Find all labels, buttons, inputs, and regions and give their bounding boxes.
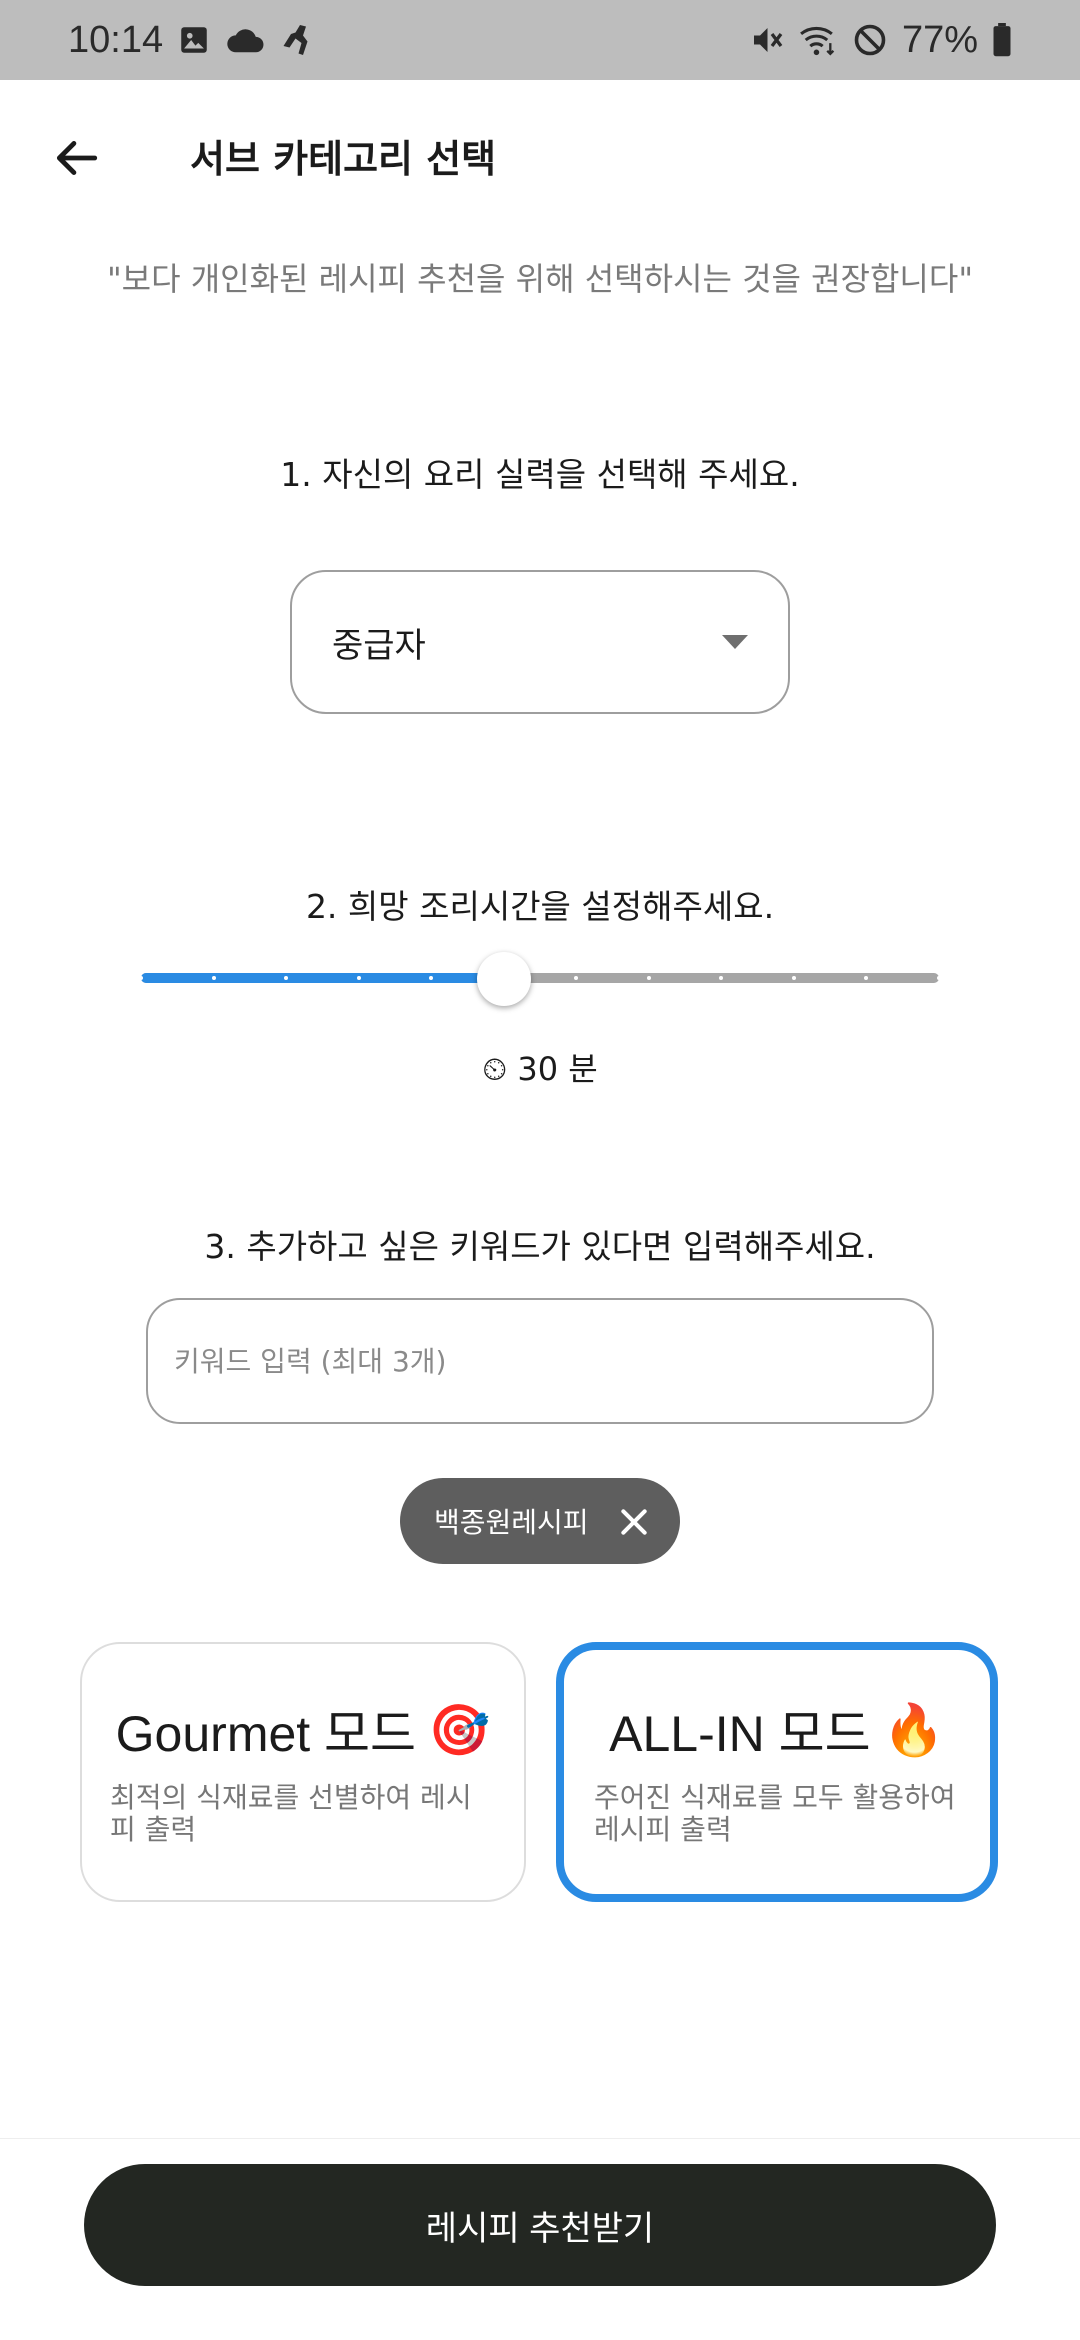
bottom-divider — [0, 2138, 1080, 2139]
allin-mode-title: ALL-IN 모드 🔥 — [564, 1694, 990, 1766]
slider-tick — [864, 976, 868, 980]
cook-time-value: ⏲ 30 분 — [482, 1050, 598, 1088]
cook-time-slider[interactable] — [139, 952, 941, 1006]
status-bar-left: 10:14 — [68, 19, 315, 62]
back-button[interactable] — [40, 122, 112, 194]
cook-time-section-title: 2. 희망 조리시간을 설정해주세요. — [305, 887, 775, 926]
screen: 10:14 77% 서브 카테고리 선택 "보다 개인화된 레시피 추천을 위해… — [0, 0, 1080, 2340]
get-recommendation-label: 레시피 추천받기 — [425, 2209, 655, 2248]
get-recommendation-button[interactable]: 레시피 추천받기 — [84, 2164, 996, 2286]
vibrate-icon — [748, 22, 784, 58]
slider-tick — [357, 976, 361, 980]
skill-level-dropdown[interactable]: 중급자 — [290, 570, 790, 714]
wifi-icon — [798, 22, 838, 58]
slider-tick — [429, 976, 433, 980]
allin-mode-description: 주어진 식재료를 모두 활용하여 레시피 출력 — [594, 1782, 962, 1846]
slider-tick — [937, 976, 941, 980]
gourmet-mode-title-text: Gourmet 모드 — [115, 1706, 417, 1762]
arrow-left-icon — [56, 141, 98, 175]
keyword-section-title: 3. 추가하고 싶은 키워드가 있다면 입력해주세요. — [204, 1227, 876, 1266]
skill-level-value: 중급자 — [332, 625, 426, 666]
battery-percent: 77% — [901, 18, 978, 61]
battery-icon — [992, 23, 1012, 57]
status-time: 10:14 — [68, 18, 164, 61]
slider-tick — [792, 976, 796, 980]
gourmet-desc-line1: 최적의 식재료를 선별하여 레시 — [110, 1781, 472, 1814]
slider-tick — [574, 976, 578, 980]
gallery-icon — [177, 23, 211, 57]
allin-desc-line1: 주어진 식재료를 모두 활용하여 — [594, 1781, 956, 1814]
allin-mode-title-text: ALL-IN 모드 — [609, 1706, 871, 1762]
cloud-icon — [225, 25, 265, 55]
skill-section-title: 1. 자신의 요리 실력을 선택해 주세요. — [280, 455, 800, 494]
slider-tick — [212, 976, 216, 980]
gourmet-desc-line2: 피 출력 — [110, 1813, 197, 1846]
page-title: 서브 카테고리 선택 — [190, 137, 497, 181]
gourmet-mode-title: Gourmet 모드 🎯 — [82, 1694, 524, 1766]
allin-desc-line2: 레시피 출력 — [594, 1813, 732, 1846]
fire-icon: 🔥 — [882, 1701, 945, 1758]
slider-track-fill — [141, 973, 504, 983]
shoe-icon — [279, 22, 315, 58]
slider-tick — [719, 976, 723, 980]
allin-mode-card[interactable]: ALL-IN 모드 🔥 주어진 식재료를 모두 활용하여 레시피 출력 — [556, 1642, 998, 1902]
slider-tick — [139, 976, 143, 980]
slider-tick — [284, 976, 288, 980]
slider-tick — [647, 976, 651, 980]
keyword-input[interactable] — [146, 1298, 934, 1424]
status-bar: 10:14 77% — [0, 0, 1080, 80]
gourmet-mode-card[interactable]: Gourmet 모드 🎯 최적의 식재료를 선별하여 레시 피 출력 — [80, 1642, 526, 1902]
keyword-chip: 백종원레시피 — [400, 1478, 680, 1564]
close-icon[interactable] — [618, 1506, 650, 1538]
status-bar-right: 77% — [748, 19, 1012, 62]
target-icon: 🎯 — [428, 1701, 491, 1758]
gourmet-mode-description: 최적의 식재료를 선별하여 레시 피 출력 — [110, 1782, 496, 1846]
app-header: 서브 카테고리 선택 — [0, 80, 1080, 230]
caret-down-icon — [722, 635, 748, 649]
recommendation-subtitle: "보다 개인화된 레시피 추천을 위해 선택하시는 것을 권장합니다" — [106, 260, 974, 298]
slider-thumb[interactable] — [477, 952, 531, 1006]
do-not-disturb-icon — [852, 22, 888, 58]
keyword-chip-label: 백종원레시피 — [434, 1506, 589, 1539]
